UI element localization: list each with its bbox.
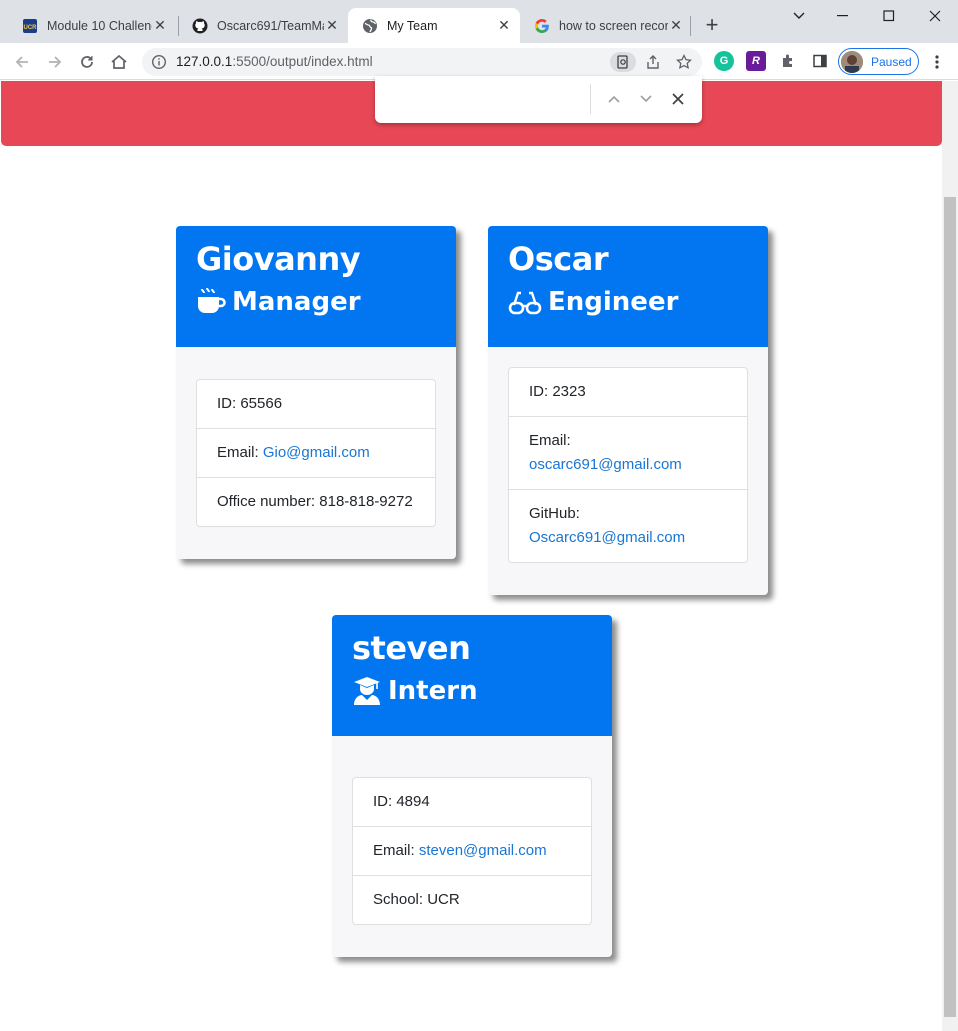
side-panel-icon[interactable] (810, 51, 830, 71)
github-item: GitHub: Oscarc691@gmail.com (509, 489, 747, 562)
employee-name: Giovanny (196, 240, 361, 278)
tab-title: My Team (387, 18, 438, 33)
school-item: School: UCR (353, 875, 591, 924)
tab-divider (690, 16, 691, 36)
find-close-icon[interactable] (668, 89, 688, 109)
close-window-icon[interactable] (920, 6, 950, 26)
details-list: ID: 65566 Email: Gio@gmail.com Office nu… (196, 379, 436, 527)
role-label: Manager (232, 287, 361, 317)
card-header: Oscar Engineer (488, 226, 768, 347)
google-icon (534, 18, 550, 34)
find-in-page-icon[interactable] (610, 52, 636, 72)
bookmark-star-icon[interactable] (673, 52, 695, 72)
forward-arrow-icon[interactable] (42, 49, 68, 75)
github-label: GitHub: (529, 505, 580, 522)
tab-module-10[interactable]: UCR Module 10 Challenge ✕ (8, 8, 176, 43)
minimize-icon[interactable] (828, 6, 858, 26)
graduate-icon (352, 676, 382, 706)
url-path: :5500/output/index.html (232, 54, 373, 69)
email-link[interactable]: Gio@gmail.com (263, 444, 370, 461)
employee-card-intern: steven Intern ID: 4894 Email: steven@gma… (332, 615, 612, 957)
new-tab-button[interactable]: + (700, 14, 724, 38)
card-body: ID: 4894 Email: steven@gmail.com School:… (332, 736, 612, 957)
office-number-item: Office number: 818-818-9272 (197, 477, 435, 526)
email-label: Email: (217, 444, 263, 461)
employee-card-engineer: Oscar Engineer ID: 2323 Email: oscarc691… (488, 226, 768, 595)
id-item: ID: 2323 (529, 383, 586, 400)
back-arrow-icon[interactable] (9, 49, 35, 75)
tab-title: Module 10 Challenge (47, 18, 152, 33)
details-list: ID: 2323 Email: oscarc691@gmail.com GitH… (508, 367, 748, 563)
home-icon[interactable] (106, 49, 132, 75)
card-body: ID: 2323 Email: oscarc691@gmail.com GitH… (488, 347, 768, 595)
email-label: Email: (529, 432, 571, 449)
find-next-icon[interactable] (636, 89, 656, 109)
more-menu-icon[interactable] (928, 52, 946, 72)
glasses-icon (508, 287, 542, 317)
address-bar[interactable]: 127.0.0.1:5500/output/index.html (142, 48, 702, 76)
tab-title: how to screen recor (559, 18, 668, 33)
tab-google-search[interactable]: how to screen recor ✕ (520, 8, 692, 43)
email-link[interactable]: steven@gmail.com (419, 842, 547, 859)
github-icon (192, 18, 208, 34)
svg-text:UCR: UCR (24, 25, 38, 31)
r-extension-icon[interactable]: R (746, 51, 766, 71)
globe-icon (362, 18, 378, 34)
employee-role: Manager (196, 286, 436, 318)
url-text: 127.0.0.1:5500/output/index.html (176, 54, 373, 69)
close-tab-icon[interactable]: ✕ (496, 17, 512, 34)
reload-icon[interactable] (74, 49, 100, 75)
employee-name: steven (352, 629, 471, 667)
avatar (841, 50, 863, 73)
share-icon[interactable] (642, 52, 664, 72)
profile-status-label: Paused (871, 54, 912, 69)
id-item: ID: 65566 (217, 395, 283, 412)
card-body: ID: 65566 Email: Gio@gmail.com Office nu… (176, 347, 456, 559)
email-link[interactable]: oscarc691@gmail.com (529, 456, 682, 473)
scrollbar-thumb[interactable] (944, 197, 956, 1017)
card-header: steven Intern (332, 615, 612, 736)
extensions-puzzle-icon[interactable] (778, 51, 798, 71)
tab-search-icon[interactable] (784, 6, 814, 26)
page-viewport: Giovanny Manager ID: 65566 Email: Gio@gm… (0, 81, 958, 1031)
details-list: ID: 4894 Email: steven@gmail.com School:… (352, 777, 592, 925)
email-label: Email: (373, 842, 419, 859)
grammarly-icon[interactable]: G (714, 51, 734, 71)
close-tab-icon[interactable]: ✕ (668, 17, 684, 34)
tab-strip: UCR Module 10 Challenge ✕ Oscarc691/Team… (0, 0, 958, 43)
coffee-mug-icon (196, 287, 226, 317)
email-item: Email: steven@gmail.com (353, 826, 591, 875)
role-label: Engineer (548, 287, 679, 317)
find-previous-icon[interactable] (604, 89, 624, 109)
find-divider (590, 84, 591, 114)
find-in-page-bar (375, 76, 702, 123)
maximize-icon[interactable] (874, 6, 904, 26)
github-link[interactable]: Oscarc691@gmail.com (529, 529, 685, 546)
employee-role: Intern (352, 675, 592, 707)
close-tab-icon[interactable]: ✕ (152, 17, 168, 34)
browser-toolbar: 127.0.0.1:5500/output/index.html G R Pau… (0, 43, 958, 80)
id-item: ID: 4894 (373, 793, 430, 810)
tab-my-team[interactable]: My Team ✕ (348, 8, 520, 43)
url-host: 127.0.0.1 (176, 54, 233, 69)
email-item: Email: oscarc691@gmail.com (509, 416, 747, 489)
card-header: Giovanny Manager (176, 226, 456, 347)
profile-button[interactable]: Paused (838, 48, 919, 75)
email-item: Email: Gio@gmail.com (197, 428, 435, 477)
close-tab-icon[interactable]: ✕ (324, 17, 340, 34)
site-info-icon[interactable] (151, 54, 167, 70)
find-input[interactable] (387, 86, 587, 112)
employee-card-manager: Giovanny Manager ID: 65566 Email: Gio@gm… (176, 226, 456, 559)
tab-title: Oscarc691/TeamMa (217, 18, 324, 33)
role-label: Intern (388, 676, 478, 706)
tab-github[interactable]: Oscarc691/TeamMa ✕ (178, 8, 348, 43)
employee-role: Engineer (508, 286, 748, 318)
employee-name: Oscar (508, 240, 609, 278)
ucr-icon: UCR (22, 18, 38, 34)
